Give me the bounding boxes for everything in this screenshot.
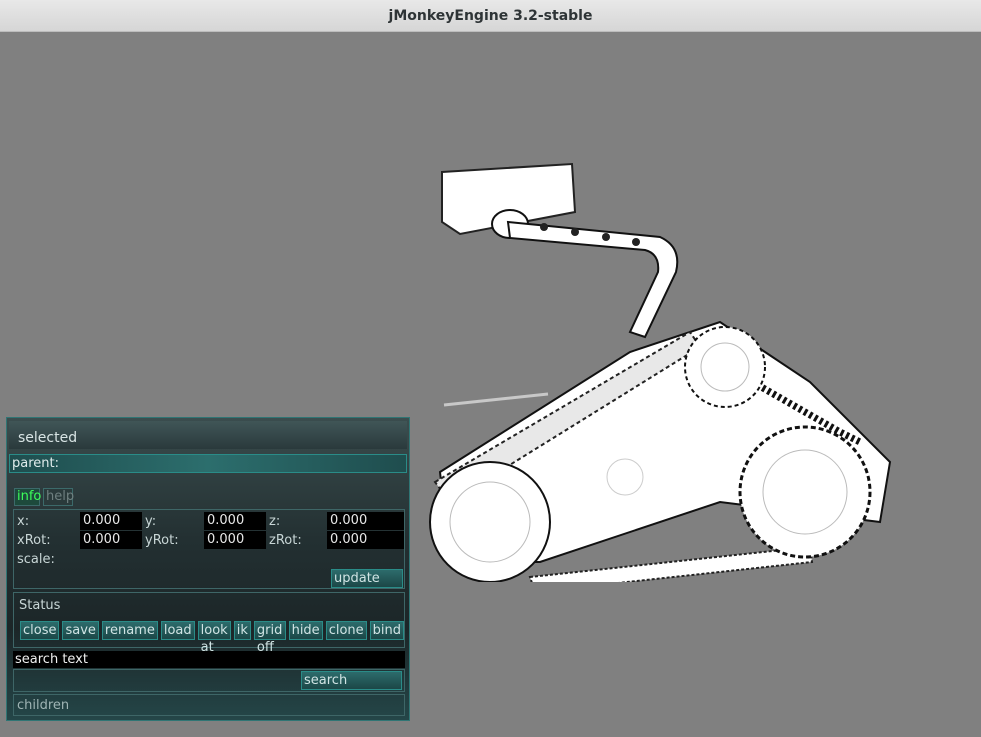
rename-button[interactable]: rename: [101, 621, 158, 640]
tab-help[interactable]: help: [43, 488, 74, 506]
selection-panel: selected parent: info help x: 0.000 y: 0…: [6, 417, 410, 721]
update-button[interactable]: update: [331, 569, 403, 588]
load-button[interactable]: load: [160, 621, 195, 640]
ik-button[interactable]: ik: [233, 621, 251, 640]
y-field[interactable]: 0.000: [204, 512, 266, 530]
zrot-field[interactable]: 0.000: [327, 531, 404, 549]
search-button[interactable]: search: [301, 671, 402, 690]
x-field[interactable]: 0.000: [80, 512, 142, 530]
close-button[interactable]: close: [20, 621, 60, 640]
scale-label: scale:: [17, 552, 55, 567]
window-title: jMonkeyEngine 3.2-stable: [388, 7, 593, 24]
window-titlebar: jMonkeyEngine 3.2-stable: [0, 0, 981, 32]
children-label: children: [17, 698, 70, 713]
parent-field[interactable]: parent:: [9, 454, 407, 473]
grid-off-button[interactable]: grid off: [253, 621, 286, 655]
front-right-wheel: [738, 425, 872, 559]
transform-fields: x: 0.000 y: 0.000 z: 0.000 xRot: 0.000 y…: [13, 509, 405, 589]
robot-model[interactable]: [420, 122, 900, 582]
xrot-label: xRot:: [17, 533, 51, 548]
yrot-field[interactable]: 0.000: [204, 531, 266, 549]
parent-label: parent:: [12, 456, 59, 471]
x-label: x:: [17, 514, 30, 529]
panel-header: selected: [9, 421, 407, 449]
body-hub: [606, 458, 644, 496]
save-button[interactable]: save: [62, 621, 99, 640]
z-field[interactable]: 0.000: [327, 512, 404, 530]
action-bar: close save rename load look at ik grid o…: [20, 621, 404, 655]
z-label: z:: [269, 514, 281, 529]
panel-header-label: selected: [18, 430, 78, 446]
hide-button[interactable]: hide: [288, 621, 323, 640]
tab-info[interactable]: info: [14, 488, 41, 506]
status-label: Status: [19, 598, 61, 613]
zrot-label: zRot:: [269, 533, 302, 548]
status-section: Status close save rename load look at ik…: [13, 592, 405, 655]
ground-line: [443, 392, 549, 407]
search-input[interactable]: search text: [13, 651, 405, 668]
look-at-button[interactable]: look at: [197, 621, 231, 655]
bind-button[interactable]: bind: [369, 621, 404, 640]
robot-arm: [506, 220, 679, 339]
y-label: y:: [145, 514, 157, 529]
rear-right-wheel: [684, 326, 766, 408]
children-section: children: [13, 694, 405, 716]
front-left-wheel: [429, 461, 551, 582]
search-row: search: [13, 669, 405, 692]
xrot-field[interactable]: 0.000: [80, 531, 142, 549]
yrot-label: yRot:: [145, 533, 179, 548]
clone-button[interactable]: clone: [325, 621, 367, 640]
